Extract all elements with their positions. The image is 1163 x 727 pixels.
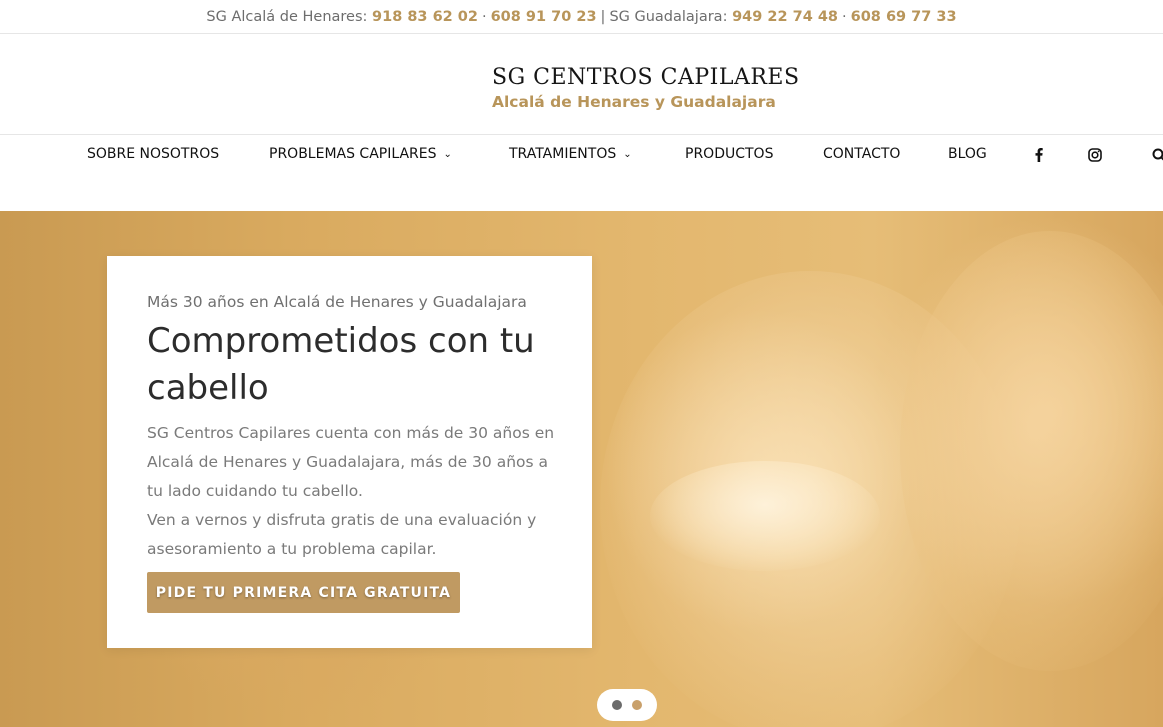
chevron-down-icon: ⌄ — [443, 149, 452, 160]
search-icon[interactable] — [1150, 146, 1163, 164]
chevron-down-icon: ⌄ — [623, 149, 632, 160]
nav-item-problemas-capilares[interactable]: PROBLEMAS CAPILARES ⌄ — [269, 146, 452, 162]
contact-topbar: SG Alcalá de Henares: 918 83 62 02 · 608… — [0, 0, 1163, 34]
slider-dot-1[interactable] — [612, 700, 622, 710]
hero-description: SG Centros Capilares cuenta con más de 3… — [147, 419, 557, 564]
alcala-phone-2[interactable]: 608 91 70 23 — [491, 9, 597, 25]
dot-separator: · — [842, 8, 847, 25]
hero-paragraph-1: SG Centros Capilares cuenta con más de 3… — [147, 424, 555, 500]
bar-separator: | — [600, 8, 606, 25]
site-header-logo[interactable]: SG CENTROS CAPILARES Alcalá de Henares y… — [0, 34, 1163, 135]
slider-dot-2[interactable] — [632, 700, 642, 710]
instagram-icon[interactable] — [1086, 146, 1104, 164]
nav-item-label: PRODUCTOS — [685, 146, 774, 162]
book-appointment-button[interactable]: PIDE TU PRIMERA CITA GRATUITA — [147, 572, 460, 613]
guadalajara-phone-2[interactable]: 608 69 77 33 — [851, 9, 957, 25]
nav-item-tratamientos[interactable]: TRATAMIENTOS ⌄ — [509, 146, 632, 162]
facebook-icon[interactable] — [1030, 146, 1048, 164]
hero-background-smile — [650, 461, 880, 571]
nav-item-label: SOBRE NOSOTROS — [87, 146, 220, 162]
nav-item-contacto[interactable]: CONTACTO — [823, 146, 900, 162]
nav-item-productos[interactable]: PRODUCTOS — [685, 146, 773, 162]
dot-separator: · — [481, 8, 487, 25]
logo-title[interactable]: SG CENTROS CAPILARES — [492, 65, 800, 90]
hero-title: Comprometidos con tu cabello — [147, 321, 535, 408]
hero-kicker: Más 30 años en Alcalá de Henares y Guada… — [147, 293, 527, 311]
nav-item-label: TRATAMIENTOS — [509, 146, 617, 162]
guadalajara-label: SG Guadalajara: — [609, 8, 728, 25]
alcala-label: SG Alcalá de Henares: — [206, 8, 368, 25]
hero-slider: Más 30 años en Alcalá de Henares y Guada… — [0, 211, 1163, 727]
hero-paragraph-2: Ven a vernos y disfruta gratis de una ev… — [147, 511, 537, 558]
nav-item-label: BLOG — [948, 146, 987, 162]
slider-pagination — [597, 689, 657, 721]
guadalajara-phone-1[interactable]: 949 22 74 48 — [732, 9, 838, 25]
nav-item-label: CONTACTO — [823, 146, 901, 162]
nav-item-sobre-nosotros[interactable]: SOBRE NOSOTROS — [87, 146, 219, 162]
nav-item-blog[interactable]: BLOG — [948, 146, 987, 162]
nav-item-label: PROBLEMAS CAPILARES — [269, 146, 437, 162]
hero-card: Más 30 años en Alcalá de Henares y Guada… — [107, 256, 592, 648]
logo-subtitle[interactable]: Alcalá de Henares y Guadalajara — [492, 93, 776, 111]
main-navigation: SOBRE NOSOTROS PROBLEMAS CAPILARES ⌄ TRAT… — [0, 136, 1163, 211]
alcala-phone-1[interactable]: 918 83 62 02 — [372, 9, 478, 25]
